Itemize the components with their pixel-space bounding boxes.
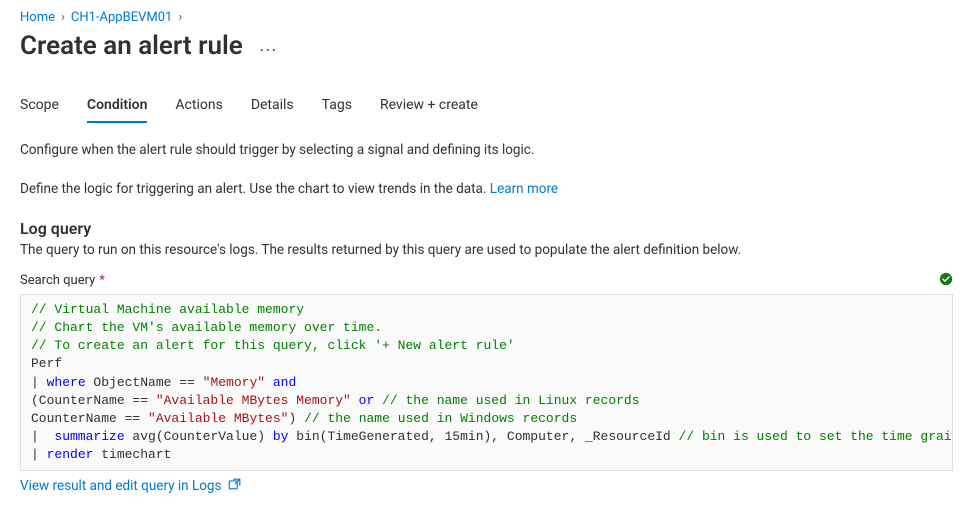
- description-configure: Configure when the alert rule should tri…: [20, 141, 953, 160]
- view-in-logs-label: View result and edit query in Logs: [20, 478, 222, 494]
- query-token: timechart: [93, 447, 171, 462]
- query-token: Perf: [31, 356, 62, 371]
- learn-more-link[interactable]: Learn more: [490, 181, 558, 197]
- description-define-text: Define the logic for triggering an alert…: [20, 181, 490, 197]
- query-comment: // Chart the VM's available memory over …: [31, 320, 382, 335]
- external-link-icon: [228, 477, 242, 495]
- query-token: avg(CounterValue): [125, 429, 273, 444]
- field-label-row: Search query *: [20, 272, 953, 290]
- tab-review[interactable]: Review + create: [380, 89, 478, 123]
- query-comment: // To create an alert for this query, cl…: [31, 338, 515, 353]
- query-comment: // the name used in Linux records: [374, 393, 639, 408]
- page-title: Create an alert rule: [20, 31, 243, 61]
- breadcrumb-home[interactable]: Home: [20, 10, 55, 25]
- query-keyword: and: [265, 375, 296, 390]
- chevron-right-icon: ›: [178, 10, 182, 25]
- query-string: "Available MBytes": [148, 411, 288, 426]
- query-keyword: render: [47, 447, 94, 462]
- description-define: Define the logic for triggering an alert…: [20, 180, 953, 199]
- validation-check-icon: [939, 272, 953, 290]
- required-asterisk: *: [99, 273, 105, 288]
- query-token: ObjectName ==: [86, 375, 203, 390]
- query-keyword: where: [47, 375, 86, 390]
- section-subtitle: The query to run on this resource's logs…: [20, 242, 953, 258]
- query-string: "Available MBytes Memory": [156, 393, 351, 408]
- query-keyword: or: [351, 393, 374, 408]
- section-title-log-query: Log query: [20, 219, 953, 238]
- view-in-logs-link[interactable]: View result and edit query in Logs: [20, 477, 242, 495]
- search-query-editor[interactable]: // Virtual Machine available memory // C…: [20, 294, 953, 472]
- query-token: bin(TimeGenerated, 15min), Computer, _Re…: [288, 429, 678, 444]
- query-string: "Memory": [203, 375, 265, 390]
- query-comment: // Virtual Machine available memory: [31, 302, 304, 317]
- query-token: |: [31, 429, 54, 444]
- query-comment: // bin is used to set the time grain to …: [679, 429, 953, 444]
- query-token: |: [31, 375, 47, 390]
- tab-condition[interactable]: Condition: [87, 89, 148, 123]
- query-keyword: by: [273, 429, 289, 444]
- more-icon[interactable]: ⋯: [259, 40, 278, 61]
- title-row: Create an alert rule ⋯: [20, 31, 953, 61]
- query-comment: // the name used in Windows records: [296, 411, 577, 426]
- query-token: |: [31, 447, 47, 462]
- tabs: Scope Condition Actions Details Tags Rev…: [20, 89, 953, 123]
- breadcrumb: Home › CH1-AppBEVM01 ›: [20, 10, 953, 25]
- search-query-label: Search query: [20, 273, 95, 288]
- tab-scope[interactable]: Scope: [20, 89, 59, 123]
- tab-tags[interactable]: Tags: [322, 89, 352, 123]
- query-token: CounterName ==: [31, 411, 148, 426]
- breadcrumb-resource[interactable]: CH1-AppBEVM01: [71, 10, 172, 25]
- query-token: (CounterName ==: [31, 393, 156, 408]
- tab-details[interactable]: Details: [251, 89, 294, 123]
- footer-link-row: View result and edit query in Logs: [20, 477, 953, 495]
- chevron-right-icon: ›: [61, 10, 65, 25]
- tab-actions[interactable]: Actions: [175, 89, 222, 123]
- query-keyword: summarize: [54, 429, 124, 444]
